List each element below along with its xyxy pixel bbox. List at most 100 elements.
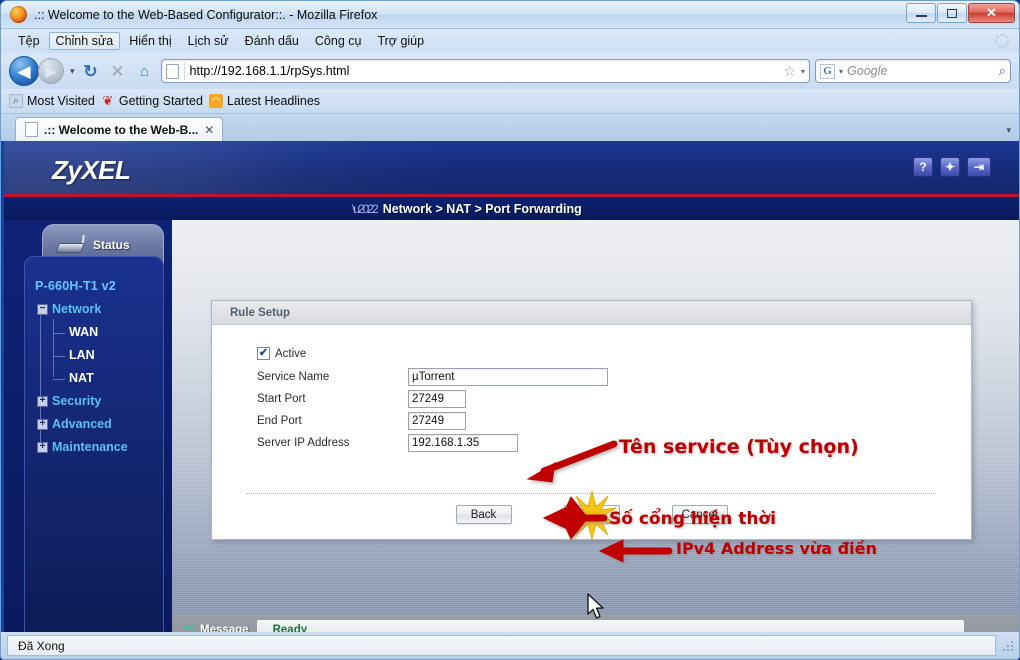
page-icon bbox=[165, 63, 179, 79]
bookmark-star-icon[interactable]: ☆ bbox=[783, 63, 796, 80]
sidebar-item-security[interactable]: + Security bbox=[37, 394, 163, 408]
breadcrumb-bullet-icon: \u2022 bbox=[352, 201, 379, 216]
sidebar-item-lan[interactable]: LAN bbox=[53, 348, 163, 362]
reload-icon[interactable]: ↻ bbox=[80, 63, 102, 80]
search-bar[interactable]: G ▾ Google ⌕ bbox=[815, 59, 1011, 83]
tab-list-caret-icon[interactable]: ▾ bbox=[1006, 125, 1011, 136]
search-input[interactable]: Google bbox=[847, 64, 995, 78]
bookmark-getting-started[interactable]: ❦ Getting Started bbox=[101, 93, 203, 108]
history-dropdown-caret-icon[interactable]: ▾ bbox=[70, 66, 75, 77]
field-row-service-name: Service Name µTorrent bbox=[212, 366, 971, 387]
service-name-label: Service Name bbox=[257, 370, 330, 383]
window-title: .:: Welcome to the Web-Based Configurato… bbox=[34, 7, 378, 22]
expander-icon[interactable]: + bbox=[37, 418, 48, 430]
forward-button[interactable]: ▶ bbox=[38, 58, 64, 84]
menu-item-edit[interactable]: Chỉnh sửa bbox=[48, 32, 121, 50]
bookmark-label: Getting Started bbox=[118, 94, 203, 108]
window-controls: ✕ bbox=[906, 3, 1015, 23]
status-text: Đã Xong bbox=[7, 635, 996, 656]
sidebar-item-label: LAN bbox=[69, 348, 95, 362]
title-bar: .:: Welcome to the Web-Based Configurato… bbox=[1, 1, 1019, 29]
firefox-window: .:: Welcome to the Web-Based Configurato… bbox=[0, 0, 1020, 660]
most-visited-icon: ⌕ bbox=[9, 94, 23, 108]
status-tab-label: Status bbox=[93, 237, 130, 252]
sidebar-nav-panel: P-660H-T1 v2 − Network WAN LAN NAT + Sec… bbox=[24, 256, 164, 638]
google-logo-icon[interactable]: G bbox=[820, 63, 835, 79]
bookmark-latest-headlines[interactable]: ◠ Latest Headlines bbox=[208, 94, 321, 108]
end-port-label: End Port bbox=[257, 414, 302, 427]
bookmark-label: Most Visited bbox=[27, 94, 95, 108]
stop-icon[interactable]: ✕ bbox=[107, 63, 129, 80]
annotation-port-number: Số cổng hiện thời bbox=[609, 509, 777, 529]
content-area: \u2022 Network > NAT > Port Forwarding R… bbox=[172, 202, 1019, 646]
logout-icon[interactable]: ⇥ bbox=[967, 157, 991, 177]
sidebar-item-network[interactable]: − Network bbox=[37, 302, 163, 316]
server-ip-input[interactable]: 192.168.1.35 bbox=[408, 433, 518, 452]
sidebar-item-label: NAT bbox=[69, 371, 94, 385]
rss-icon: ◠ bbox=[208, 94, 223, 108]
getting-started-icon: ❦ bbox=[102, 93, 114, 108]
menu-item-view[interactable]: Hiển thị bbox=[122, 32, 178, 50]
field-row-end-port: End Port 27249 bbox=[212, 410, 971, 431]
service-name-input[interactable]: µTorrent bbox=[408, 367, 608, 386]
active-checkbox[interactable]: ✔ bbox=[257, 347, 270, 360]
page-viewport: ZyXEL ? ✦ ⇥ Status P-660H-T1 v2 − Networ… bbox=[1, 141, 1019, 646]
home-icon[interactable]: ⌂ bbox=[134, 64, 156, 79]
maximize-button[interactable] bbox=[937, 3, 967, 23]
menu-item-bookmarks[interactable]: Đánh dấu bbox=[238, 32, 306, 50]
router-body: Status P-660H-T1 v2 − Network WAN LAN NA… bbox=[4, 202, 1019, 646]
menu-bar: Tệp Chỉnh sửa Hiển thị Lịch sử Đánh dấu … bbox=[1, 29, 1019, 53]
url-bar[interactable]: http://192.168.1.1/rpSys.html ☆ ▾ bbox=[160, 59, 810, 83]
resize-grip-icon[interactable] bbox=[1001, 639, 1015, 653]
tab-welcome-configurator[interactable]: .:: Welcome to the Web-B... ✕ bbox=[15, 117, 224, 141]
annotation-ipv4-address: IPv4 Address vừa điền bbox=[676, 539, 877, 558]
device-model-label: P-660H-T1 v2 bbox=[35, 279, 116, 293]
menu-item-help[interactable]: Trợ giúp bbox=[370, 32, 431, 50]
menu-item-history[interactable]: Lịch sử bbox=[181, 32, 236, 50]
url-separator bbox=[183, 62, 185, 80]
tab-strip: .:: Welcome to the Web-B... ✕ ▾ bbox=[1, 114, 1019, 141]
sidebar-item-label: Network bbox=[52, 302, 102, 316]
minimize-button[interactable] bbox=[906, 3, 936, 23]
close-button[interactable]: ✕ bbox=[968, 3, 1015, 23]
wizard-icon[interactable]: ✦ bbox=[940, 157, 960, 177]
help-icon[interactable]: ? bbox=[913, 157, 933, 177]
expander-icon[interactable]: + bbox=[37, 441, 48, 453]
sidebar-item-nat[interactable]: NAT bbox=[53, 371, 163, 385]
tab-close-icon[interactable]: ✕ bbox=[204, 123, 214, 137]
bookmark-label: Latest Headlines bbox=[226, 94, 321, 108]
menu-item-file[interactable]: Tệp bbox=[11, 32, 47, 50]
sidebar: Status P-660H-T1 v2 − Network WAN LAN NA… bbox=[4, 220, 172, 646]
menu-item-tools[interactable]: Công cụ bbox=[308, 32, 369, 50]
navigation-toolbar: ◀ ▶ ▾ ↻ ✕ ⌂ http://192.168.1.1/rpSys.htm… bbox=[1, 53, 1019, 89]
expander-icon[interactable]: + bbox=[37, 395, 48, 407]
breadcrumb: Network > NAT > Port Forwarding bbox=[382, 201, 582, 216]
back-button[interactable]: ◀ bbox=[9, 56, 39, 86]
start-port-input[interactable]: 27249 bbox=[408, 389, 466, 408]
start-port-label: Start Port bbox=[257, 392, 306, 405]
expander-icon[interactable]: − bbox=[37, 303, 48, 315]
browser-status-bar: Đã Xong bbox=[1, 632, 1019, 659]
form-divider bbox=[247, 493, 936, 494]
end-port-input[interactable]: 27249 bbox=[408, 411, 466, 430]
field-row-start-port: Start Port 27249 bbox=[212, 388, 971, 409]
annotation-service-name: Tên service (Tùy chọn) bbox=[619, 436, 859, 458]
header-icon-group: ? ✦ ⇥ bbox=[913, 157, 991, 177]
tab-label: .:: Welcome to the Web-B... bbox=[44, 122, 199, 137]
sidebar-item-maintenance[interactable]: + Maintenance bbox=[37, 440, 163, 454]
tab-page-icon bbox=[25, 122, 38, 137]
throbber-icon bbox=[995, 34, 1009, 48]
sidebar-item-wan[interactable]: WAN bbox=[53, 325, 163, 339]
active-checkbox-row[interactable]: ✔ Active bbox=[212, 343, 971, 364]
url-dropdown-caret-icon[interactable]: ▾ bbox=[801, 67, 805, 76]
sidebar-item-advanced[interactable]: + Advanced bbox=[37, 417, 163, 431]
search-icon[interactable]: ⌕ bbox=[999, 63, 1006, 79]
bookmark-most-visited[interactable]: ⌕ Most Visited bbox=[9, 94, 95, 108]
url-input[interactable]: http://192.168.1.1/rpSys.html bbox=[190, 64, 779, 78]
back-button[interactable]: Back bbox=[455, 505, 512, 524]
search-engine-caret-icon[interactable]: ▾ bbox=[839, 67, 843, 76]
server-ip-label: Server IP Address bbox=[257, 436, 350, 449]
sidebar-item-label: Maintenance bbox=[52, 440, 128, 454]
sidebar-item-label: Advanced bbox=[52, 417, 112, 431]
nav-children-network: WAN LAN NAT bbox=[53, 319, 163, 385]
